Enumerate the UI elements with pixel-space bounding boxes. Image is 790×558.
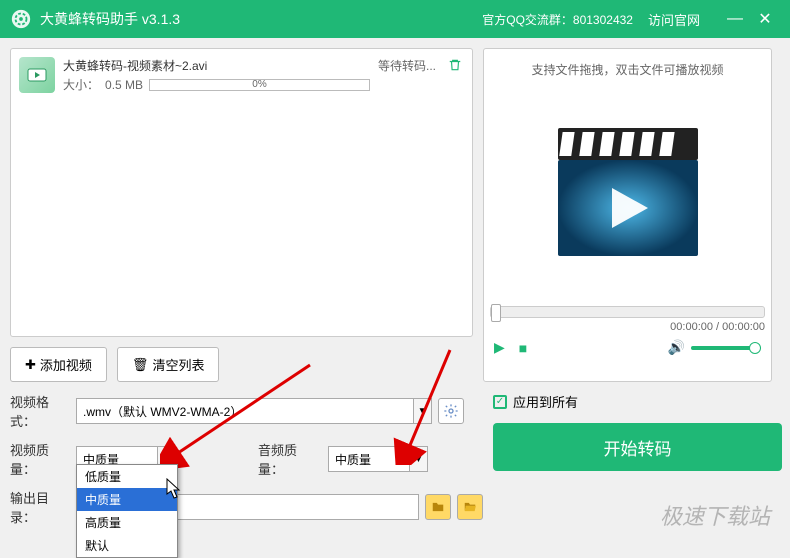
open-folder-button[interactable] <box>457 494 483 520</box>
video-preview[interactable] <box>498 88 758 288</box>
file-name: 大黄蜂转码-视频素材~2.avi <box>63 57 370 74</box>
apply-all-label: 应用到所有 <box>513 392 578 411</box>
chevron-down-icon: ▼ <box>413 399 431 423</box>
volume-slider[interactable] <box>691 346 761 350</box>
video-quality-label: 视频质量： <box>10 440 70 478</box>
qq-group: 官方QQ交流群：801302432 <box>482 11 633 28</box>
video-format-select[interactable]: .wmv（默认 WMV2-WMA-2）▼ <box>76 398 432 424</box>
chevron-down-icon: ▼ <box>409 447 427 471</box>
quality-option-high[interactable]: 高质量 <box>77 511 177 534</box>
video-format-label: 视频格式： <box>10 392 70 430</box>
time-display: 00:00:00 / 00:00:00 <box>490 321 765 333</box>
video-file-icon <box>19 57 55 93</box>
delete-file-button[interactable] <box>448 58 464 74</box>
progress-bar: 0% <box>149 79 370 91</box>
file-size-label: 大小： <box>63 76 99 93</box>
preview-hint: 支持文件拖拽，双击文件可播放视频 <box>531 61 723 78</box>
preview-panel: 支持文件拖拽，双击文件可播放视频 00:00:00 / 00:00:00 ▶ ■… <box>483 48 772 382</box>
quality-option-low[interactable]: 低质量 <box>77 465 177 488</box>
volume-icon[interactable]: 🔊 <box>668 339 685 356</box>
file-status: 等待转码... <box>378 57 442 74</box>
quality-dropdown: 低质量 中质量 高质量 默认 <box>76 464 178 558</box>
clear-list-button[interactable]: 🗑清空列表 <box>117 347 220 382</box>
file-size: 0.5 MB <box>105 78 143 92</box>
trash-icon: 🗑 <box>132 357 149 373</box>
close-button[interactable]: ✕ <box>750 9 780 29</box>
output-dir-label: 输出目录： <box>10 488 70 526</box>
quality-option-medium[interactable]: 中质量 <box>77 488 177 511</box>
audio-quality-select[interactable]: 中质量▼ <box>328 446 428 472</box>
start-transcode-button[interactable]: 开始转码 <box>493 423 782 471</box>
stop-button[interactable]: ■ <box>519 340 527 356</box>
official-site-link[interactable]: 访问官网 <box>648 10 700 29</box>
apply-all-checkbox[interactable]: ✓ <box>493 395 507 409</box>
titlebar: 大黄蜂转码助手 v3.1.3 官方QQ交流群：801302432 访问官网 — … <box>0 0 790 38</box>
browse-folder-button[interactable] <box>425 494 451 520</box>
seek-slider[interactable] <box>490 306 765 318</box>
file-item[interactable]: 大黄蜂转码-视频素材~2.avi 大小： 0.5 MB 0% 等待转码... <box>19 57 464 93</box>
app-title: 大黄蜂转码助手 v3.1.3 <box>40 9 180 29</box>
app-logo-icon <box>10 8 32 30</box>
plus-icon: ✚ <box>25 357 36 373</box>
add-video-button[interactable]: ✚添加视频 <box>10 347 107 382</box>
audio-quality-label: 音频质量： <box>258 440 322 478</box>
play-button[interactable]: ▶ <box>494 339 505 356</box>
minimize-button[interactable]: — <box>720 10 750 28</box>
format-settings-button[interactable] <box>438 398 464 424</box>
file-list: 大黄蜂转码-视频素材~2.avi 大小： 0.5 MB 0% 等待转码... <box>10 48 473 337</box>
quality-option-default[interactable]: 默认 <box>77 534 177 557</box>
